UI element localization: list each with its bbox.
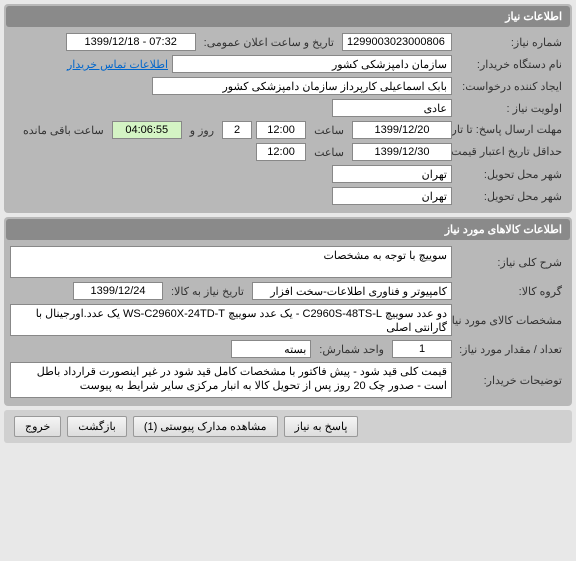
need-date-input[interactable] bbox=[73, 282, 163, 300]
need-date-label: تاریخ نیاز به کالا: bbox=[167, 285, 248, 298]
days-input[interactable] bbox=[222, 121, 252, 139]
min-validity-time-input[interactable] bbox=[256, 143, 306, 161]
min-validity-date-input[interactable] bbox=[352, 143, 452, 161]
deadline-label: مهلت ارسال پاسخ: تا تاریخ : bbox=[456, 124, 566, 136]
delivery-city2-input[interactable] bbox=[332, 187, 452, 205]
qty-label: تعداد / مقدار مورد نیاز: bbox=[456, 343, 566, 356]
spec-input[interactable] bbox=[10, 304, 452, 336]
delivery-city2-label: شهر محل تحویل: bbox=[456, 190, 566, 203]
need-info-header: اطلاعات نیاز bbox=[6, 6, 570, 27]
unit-input[interactable] bbox=[231, 340, 311, 358]
deadline-date-input[interactable] bbox=[352, 121, 452, 139]
qty-input[interactable] bbox=[392, 340, 452, 358]
remain-label: ساعت باقی مانده bbox=[19, 124, 108, 137]
panel-title: اطلاعات نیاز bbox=[505, 11, 562, 23]
countdown-display: 04:06:55 bbox=[112, 121, 182, 139]
panel-title-2: اطلاعات کالاهای مورد نیاز bbox=[445, 224, 562, 236]
buyer-org-label: نام دستگاه خریدار: bbox=[456, 58, 566, 71]
time-label-2: ساعت bbox=[310, 146, 348, 159]
attachments-button[interactable]: مشاهده مدارک پیوستی (1) bbox=[133, 416, 278, 437]
priority-label: اولویت نیاز : bbox=[456, 102, 566, 115]
spec-label: مشخصات کالای مورد نیاز: bbox=[456, 314, 566, 327]
footer-toolbar: پاسخ به نیاز مشاهده مدارک پیوستی (1) باز… bbox=[4, 410, 572, 443]
buyer-org-input[interactable] bbox=[172, 55, 452, 73]
priority-input[interactable] bbox=[332, 99, 452, 117]
public-announce-label: تاریخ و ساعت اعلان عمومی: bbox=[200, 36, 338, 49]
need-info-panel: اطلاعات نیاز شماره نیاز: تاریخ و ساعت اع… bbox=[4, 4, 572, 213]
deadline-time-input[interactable] bbox=[256, 121, 306, 139]
need-number-label: شماره نیاز: bbox=[456, 36, 566, 49]
panel-body: شماره نیاز: تاریخ و ساعت اعلان عمومی: نا… bbox=[6, 27, 570, 211]
unit-label: واحد شمارش: bbox=[315, 343, 388, 356]
need-number-input[interactable] bbox=[342, 33, 452, 51]
goods-info-header: اطلاعات کالاهای مورد نیاز bbox=[6, 219, 570, 240]
buyer-contact-link[interactable]: اطلاعات تماس خریدار bbox=[67, 58, 168, 71]
exit-button[interactable]: خروج bbox=[14, 416, 61, 437]
back-button[interactable]: بازگشت bbox=[67, 416, 127, 437]
public-announce-input[interactable] bbox=[66, 33, 196, 51]
creator-input[interactable] bbox=[152, 77, 452, 95]
goods-info-panel: اطلاعات کالاهای مورد نیاز شرح کلی نیاز: … bbox=[4, 217, 572, 406]
delivery-city-label: شهر محل تحویل: bbox=[456, 168, 566, 181]
time-label-1: ساعت bbox=[310, 124, 348, 137]
min-validity-label: حداقل تاریخ اعتبار قیمت: تا تاریخ : bbox=[456, 146, 566, 158]
panel-body-2: شرح کلی نیاز: گروه کالا: تاریخ نیاز به ک… bbox=[6, 240, 570, 404]
notes-input[interactable] bbox=[10, 362, 452, 398]
group-label: گروه کالا: bbox=[456, 285, 566, 298]
desc-input[interactable] bbox=[10, 246, 452, 278]
notes-label: توضیحات خریدار: bbox=[456, 374, 566, 387]
creator-label: ایجاد کننده درخواست: bbox=[456, 80, 566, 93]
desc-label: شرح کلی نیاز: bbox=[456, 256, 566, 269]
delivery-city-input[interactable] bbox=[332, 165, 452, 183]
group-input[interactable] bbox=[252, 282, 452, 300]
reply-button[interactable]: پاسخ به نیاز bbox=[284, 416, 359, 437]
days-label: روز و bbox=[186, 124, 218, 137]
